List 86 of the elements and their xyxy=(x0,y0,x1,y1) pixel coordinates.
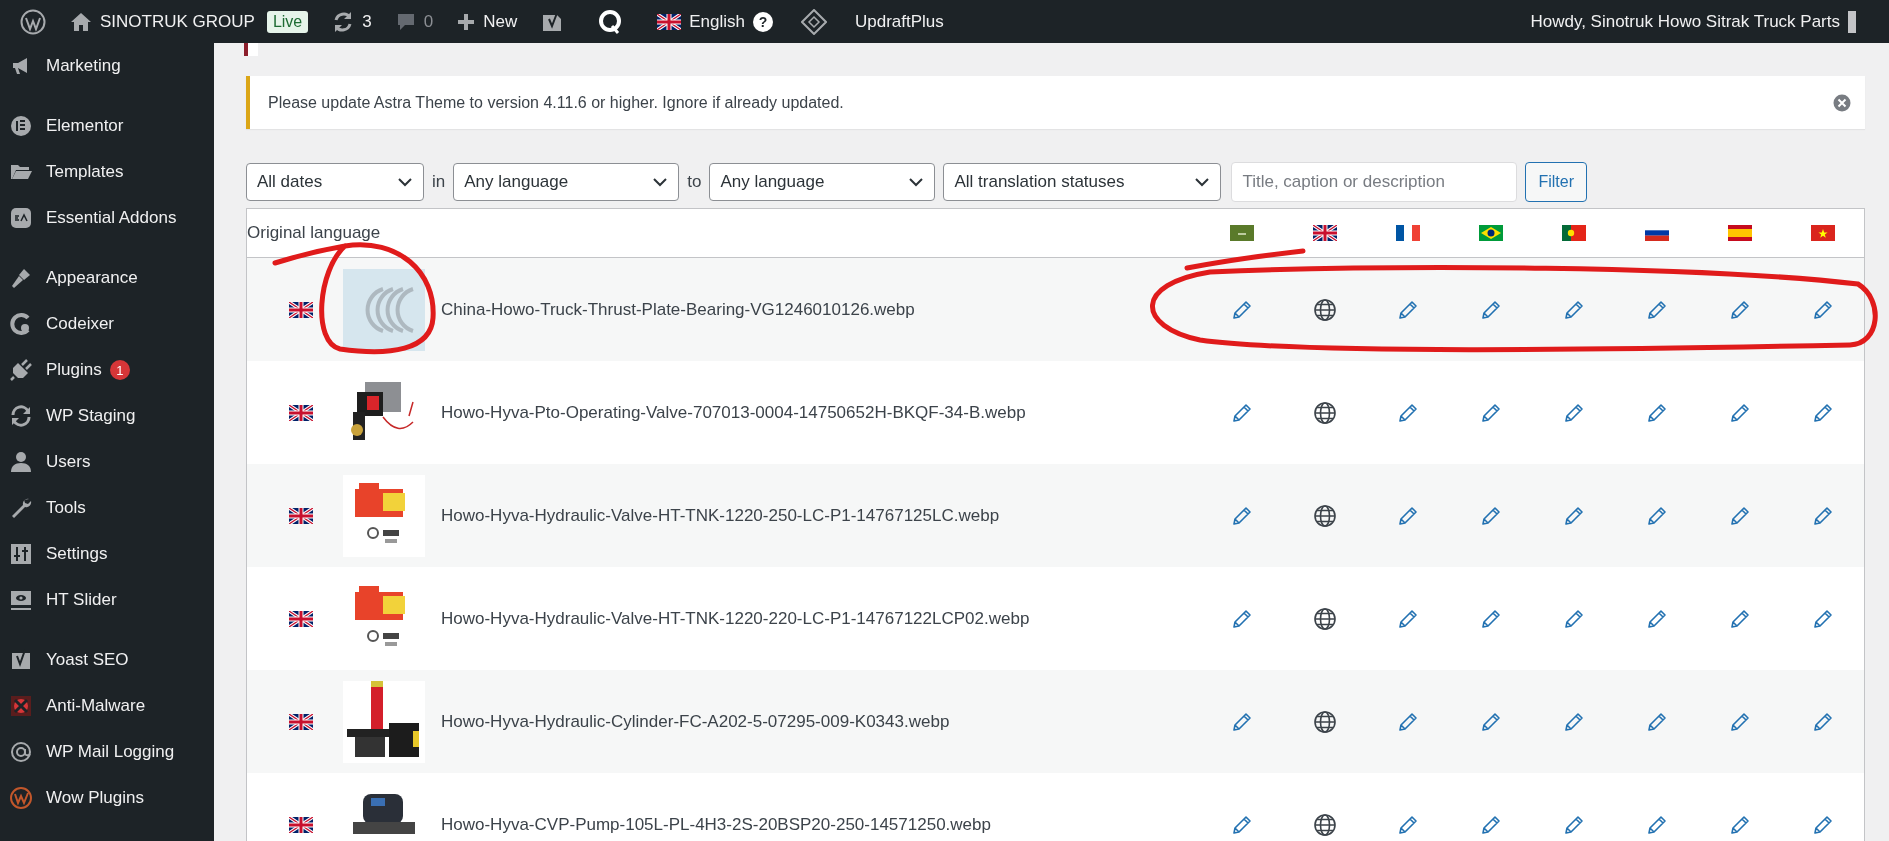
dropdown[interactable]: Any language xyxy=(453,163,680,201)
paintbrush-icon xyxy=(10,267,32,289)
sidebar-item[interactable]: Plugins 1 xyxy=(0,347,214,393)
language-switcher[interactable]: English ? xyxy=(645,0,785,43)
comments-link[interactable]: 0 xyxy=(383,0,446,43)
globe-icon[interactable] xyxy=(1312,503,1337,528)
filter-label: to xyxy=(687,172,702,192)
flag-icon xyxy=(289,610,313,627)
new-link[interactable]: New xyxy=(445,0,530,43)
plug-icon xyxy=(10,359,32,381)
sidebar-item[interactable]: Tools xyxy=(0,485,214,531)
sidebar-item[interactable]: Marketing xyxy=(0,43,214,89)
filter-button[interactable]: Filter xyxy=(1525,162,1587,202)
search-field[interactable]: Title, caption or description xyxy=(1231,162,1518,202)
file-name: Howo-Hyva-Hydraulic-Valve-HT-TNK-1220-250-LC-P1-14767125LC.webp xyxy=(441,505,1000,526)
chevron-down-icon xyxy=(397,177,413,187)
globe-icon[interactable] xyxy=(1312,400,1337,425)
sidebar-item[interactable]: Wow Plugins xyxy=(0,775,214,821)
wordpress-logo-icon[interactable] xyxy=(20,8,46,35)
file-name: Howo-Hyva-Hydraulic-Valve-HT-TNK-1220-220-LC-P1-14767122LCP02.webp xyxy=(441,608,1030,629)
file-name: Howo-Hyva-Pto-Operating-Valve-707013-0004-14750652H-BKQF-34-B.webp xyxy=(441,402,1026,423)
sidebar-item[interactable]: WP Staging xyxy=(0,393,214,439)
dropdown[interactable]: All dates xyxy=(246,163,424,201)
sidebar-item[interactable]: Users xyxy=(0,439,214,485)
globe-icon[interactable] xyxy=(1312,606,1337,631)
shield-x-icon xyxy=(10,695,32,717)
chevron-down-icon xyxy=(1194,177,1211,187)
at-sign-icon xyxy=(10,741,32,763)
flag-icon xyxy=(289,507,313,524)
help-icon[interactable]: ? xyxy=(753,11,773,32)
w-logo-icon xyxy=(10,787,32,809)
plus-icon xyxy=(457,12,476,31)
sidebar-item[interactable]: Settings xyxy=(0,531,214,577)
updates-link[interactable]: 3 xyxy=(320,0,384,43)
site-link[interactable]: SINOTRUK GROUP Live xyxy=(58,0,321,43)
flag-icon xyxy=(1478,225,1503,241)
sidebar-item[interactable]: Templates xyxy=(0,149,214,195)
e-logo-icon xyxy=(10,115,32,137)
dropdown[interactable]: All translation statuses xyxy=(943,163,1222,201)
refresh-icon xyxy=(10,405,32,427)
sidebar-item[interactable]: Elementor xyxy=(0,103,214,149)
c-logo-icon xyxy=(10,313,32,335)
notice-text: Please update Astra Theme to version 4.11.6 or higher. Ignore if already updated. xyxy=(268,93,844,112)
updraftplus-link[interactable]: UpdraftPlus xyxy=(843,0,956,43)
close-icon[interactable] xyxy=(1833,93,1851,112)
file-name: China-Howo-Truck-Thrust-Plate-Bearing-VG1246010126.webp xyxy=(441,299,915,320)
sidebar-item[interactable]: Yoast SEO xyxy=(0,637,214,683)
chevron-down-icon xyxy=(652,177,669,187)
sidebar-item[interactable]: Anti-Malware xyxy=(0,683,214,729)
dropdown[interactable]: Any language xyxy=(709,163,936,201)
home-icon xyxy=(70,11,92,32)
wrench-icon xyxy=(10,497,32,519)
flag-icon xyxy=(1229,225,1254,241)
sidebar-item[interactable]: Appearance xyxy=(0,255,214,301)
column-header: Original language xyxy=(247,223,382,243)
sidebar-item[interactable]: Codeixer xyxy=(0,301,214,347)
monitor-eye-icon xyxy=(10,589,32,611)
flag-icon xyxy=(1312,225,1337,241)
flag-icon xyxy=(1561,225,1586,241)
sidebar-item[interactable]: HT Slider xyxy=(0,577,214,623)
chevron-down-icon xyxy=(908,177,925,187)
flag-icon xyxy=(289,404,313,421)
account-menu[interactable]: Howdy, Sinotruk Howo Sitrak Truck Parts xyxy=(1518,0,1860,43)
comment-icon xyxy=(395,11,416,32)
ea-logo-icon xyxy=(10,207,32,229)
q-logo-icon[interactable] xyxy=(597,8,624,35)
flag-icon xyxy=(289,301,313,318)
filter-label: in xyxy=(432,172,446,192)
flag-icon xyxy=(1727,225,1752,241)
flag-icon xyxy=(289,816,313,833)
flag-icon xyxy=(1810,225,1835,241)
user-icon xyxy=(10,451,32,473)
diamond-icon[interactable] xyxy=(801,8,827,35)
globe-icon[interactable] xyxy=(1312,297,1337,322)
live-badge: Live xyxy=(266,10,309,33)
globe-icon[interactable] xyxy=(1312,812,1337,837)
file-name: Howo-Hyva-Hydraulic-Cylinder-FC-A202-5-07295-009-K0343.webp xyxy=(441,711,950,732)
sliders-icon xyxy=(10,543,32,565)
globe-icon[interactable] xyxy=(1312,709,1337,734)
file-name: Howo-Hyva-CVP-Pump-105L-PL-4H3-2S-20BSP20-250-14571250.webp xyxy=(441,814,991,835)
sidebar-item[interactable]: WP Mail Logging xyxy=(0,729,214,775)
count-badge: 1 xyxy=(109,360,130,380)
flag-icon xyxy=(1395,225,1420,241)
flag-icon xyxy=(657,13,682,30)
sidebar-item[interactable]: Essential Addons xyxy=(0,195,214,241)
flag-icon xyxy=(289,713,313,730)
